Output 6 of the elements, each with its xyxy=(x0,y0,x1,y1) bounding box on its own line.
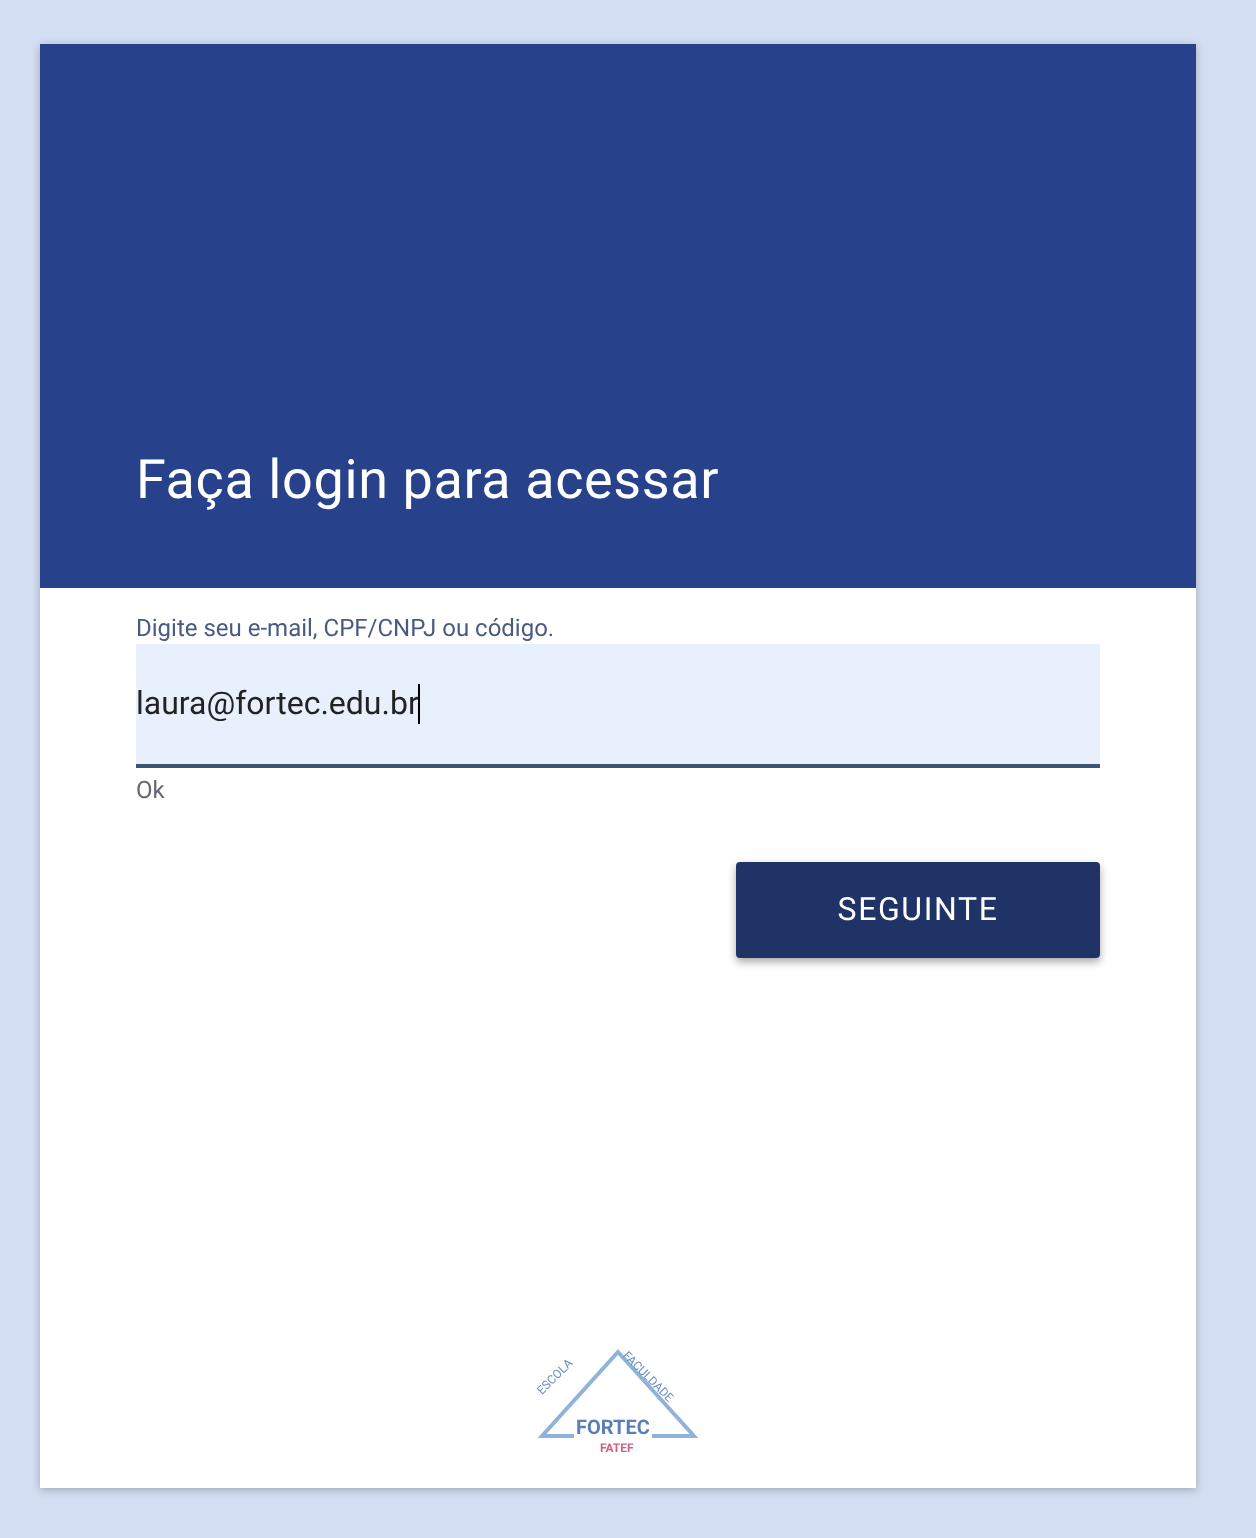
next-button[interactable]: SEGUINTE xyxy=(736,862,1100,958)
logo-name: FORTEC xyxy=(574,1420,652,1440)
field-label: Digite seu e-mail, CPF/CNPJ ou código. xyxy=(136,612,557,644)
login-title: Faça login para acessar xyxy=(136,445,722,515)
field-hint: Ok xyxy=(136,774,167,806)
login-input[interactable]: laura@fortec.edu.br xyxy=(136,644,1100,768)
